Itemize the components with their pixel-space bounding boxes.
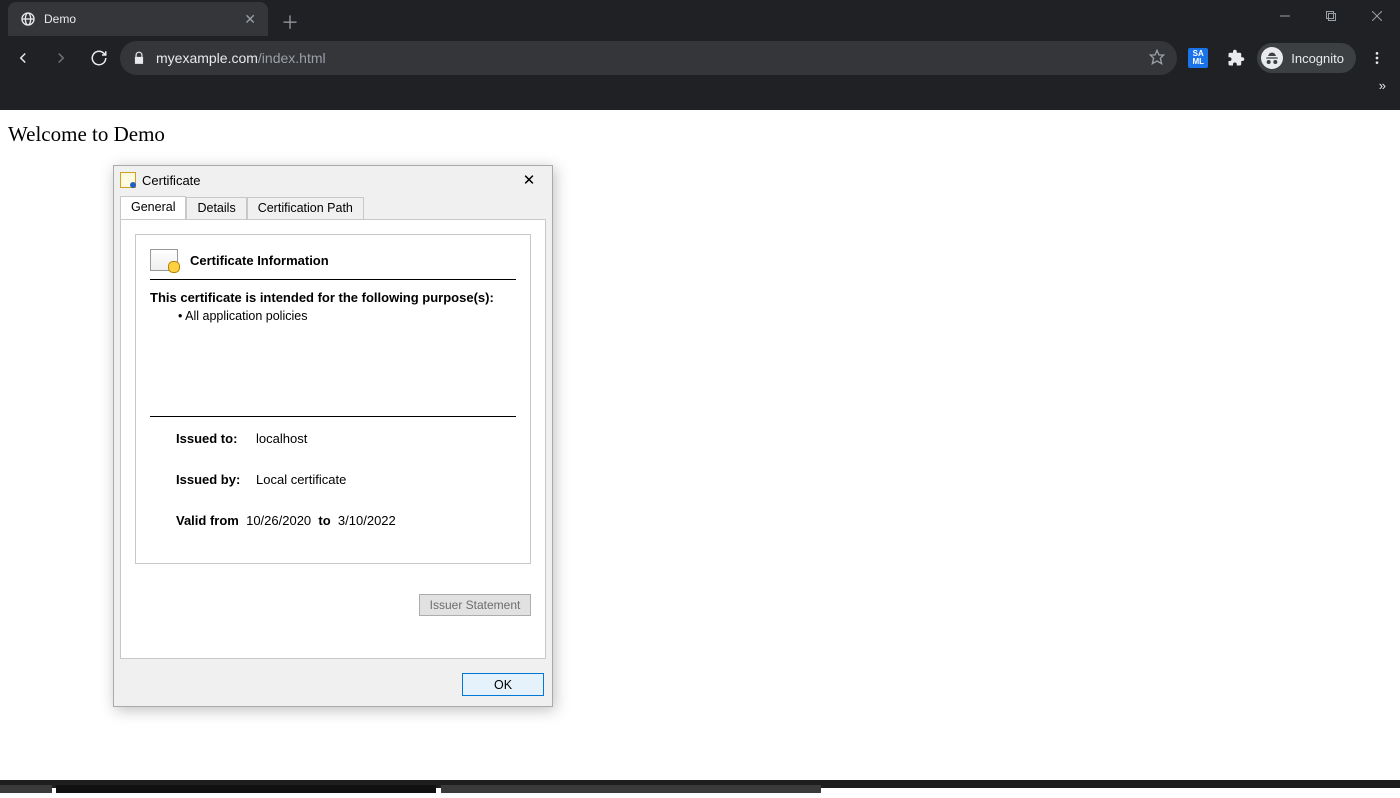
close-tab-icon[interactable]: ✕ [244, 11, 256, 28]
url-text: myexample.com/index.html [156, 50, 1139, 66]
tab-title: Demo [44, 12, 236, 26]
valid-from-row: Valid from 10/26/2020 to 3/10/2022 [176, 513, 516, 528]
issued-by-value: Local certificate [256, 472, 346, 487]
certificate-dialog: Certificate ✕ General Details Certificat… [113, 165, 553, 707]
tab-panel-general: Certificate Information This certificate… [120, 219, 546, 659]
dialog-footer: OK [114, 665, 552, 706]
tab-strip: Demo ✕ ＋ [0, 0, 1400, 36]
omnibox[interactable]: myexample.com/index.html [120, 41, 1177, 75]
bookmark-star-icon[interactable] [1149, 49, 1165, 68]
browser-chrome: Demo ✕ ＋ myexample.com/index.html SA ML [0, 0, 1400, 110]
divider [150, 416, 516, 417]
forward-button[interactable] [44, 41, 78, 75]
tab-general[interactable]: General [120, 196, 186, 219]
toolbar: myexample.com/index.html SA ML Incognito [0, 38, 1400, 78]
dialog-title-text: Certificate [142, 173, 512, 188]
valid-from-label: Valid from [176, 513, 239, 528]
maximize-button[interactable] [1308, 0, 1354, 32]
divider [150, 279, 516, 280]
bookmark-overflow-button[interactable]: » [0, 78, 1400, 108]
issued-by-row: Issued by: Local certificate [176, 472, 516, 487]
page-heading: Welcome to Demo [8, 122, 1400, 147]
tab-certification-path[interactable]: Certification Path [247, 197, 364, 220]
purpose-item: • All application policies [150, 309, 516, 323]
certificate-large-icon [150, 249, 178, 271]
valid-to-value: 3/10/2022 [338, 513, 396, 528]
valid-from-value: 10/26/2020 [246, 513, 311, 528]
taskbar-strip [0, 780, 1400, 788]
certificate-info-box: Certificate Information This certificate… [135, 234, 531, 564]
issued-by-label: Issued by: [176, 472, 254, 487]
ok-button[interactable]: OK [462, 673, 544, 696]
incognito-label: Incognito [1291, 51, 1344, 66]
certificate-info-heading: Certificate Information [190, 253, 329, 268]
reload-button[interactable] [82, 41, 116, 75]
dialog-close-button[interactable]: ✕ [512, 169, 546, 191]
new-tab-button[interactable]: ＋ [276, 8, 304, 36]
issued-to-label: Issued to: [176, 431, 254, 446]
globe-icon [20, 11, 36, 27]
lock-icon[interactable] [132, 51, 146, 65]
incognito-icon [1261, 47, 1283, 69]
minimize-button[interactable] [1262, 0, 1308, 32]
saml-extension-button[interactable]: SA ML [1181, 41, 1215, 75]
page-viewport: Welcome to Demo Certificate ✕ General De… [0, 110, 1400, 780]
chrome-menu-button[interactable] [1360, 41, 1394, 75]
tab-demo[interactable]: Demo ✕ [8, 2, 268, 36]
close-window-button[interactable] [1354, 0, 1400, 32]
issued-to-value: localhost [256, 431, 307, 446]
incognito-indicator[interactable]: Incognito [1257, 43, 1356, 73]
dialog-titlebar[interactable]: Certificate ✕ [114, 166, 552, 194]
extensions-button[interactable] [1219, 41, 1253, 75]
purpose-line: This certificate is intended for the fol… [150, 290, 516, 305]
window-controls [1262, 0, 1400, 32]
tab-details[interactable]: Details [186, 197, 246, 220]
back-button[interactable] [6, 41, 40, 75]
dialog-tab-row: General Details Certification Path [114, 196, 552, 219]
issuer-statement-button: Issuer Statement [419, 594, 531, 616]
issued-to-row: Issued to: localhost [176, 431, 516, 446]
valid-to-label: to [318, 513, 330, 528]
certificate-icon [120, 172, 136, 188]
